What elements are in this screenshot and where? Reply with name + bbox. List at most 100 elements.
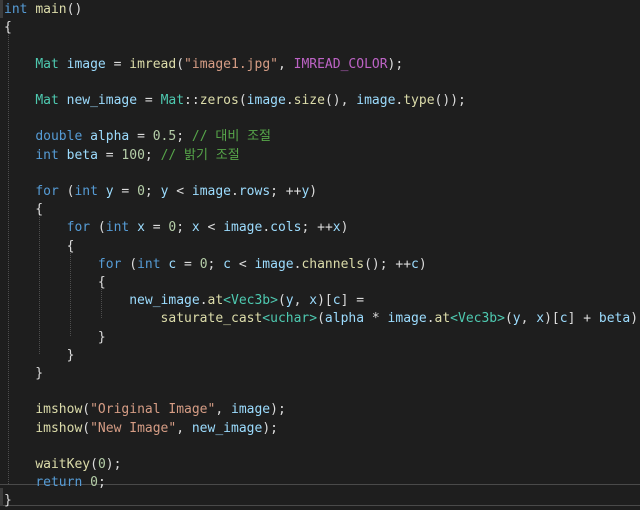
code-line[interactable]: waitKey(0);	[4, 456, 121, 474]
code-token: ;	[144, 147, 161, 163]
code-token: (),	[324, 93, 357, 108]
code-token: y	[512, 311, 521, 327]
code-token: 0.5	[152, 129, 177, 145]
code-token: beta	[66, 147, 98, 163]
code-line[interactable]: }	[4, 347, 75, 365]
code-line[interactable]: }	[4, 492, 12, 510]
code-token: IMREAD_COLOR	[293, 56, 388, 72]
code-token: .	[285, 93, 294, 108]
code-token: 100	[121, 147, 145, 163]
code-token: channels	[301, 256, 365, 272]
code-line[interactable]: int main()	[4, 1, 82, 19]
code-line[interactable]: }	[4, 329, 106, 347]
code-token: }	[4, 493, 12, 509]
code-token: .	[262, 220, 271, 236]
code-line[interactable]: imshow("Original Image", image);	[4, 401, 285, 419]
code-token: {	[4, 275, 106, 290]
code-token: int	[137, 256, 161, 272]
gutter-change-marker	[0, 488, 3, 506]
code-token: zeros	[199, 93, 239, 108]
code-line[interactable]: new_image.at<Vec3b>(y, x)[c] =	[4, 292, 364, 310]
code-line[interactable]: for (int y = 0; y < image.rows; ++y)	[4, 183, 317, 201]
code-token: new_image	[129, 293, 200, 309]
code-line[interactable]: imshow("New Image", new_image);	[4, 420, 278, 438]
code-token: for	[35, 184, 59, 199]
code-token: 0	[137, 184, 145, 199]
code-token: at	[207, 293, 224, 309]
code-token: saturate_cast	[160, 311, 263, 327]
code-line[interactable]: double alpha = 0.5; // 대비 조절	[4, 128, 271, 146]
code-line[interactable]: Mat new_image = Mat::zeros(image.size(),…	[4, 92, 466, 110]
code-token: image	[356, 93, 396, 108]
code-token: =	[105, 56, 130, 72]
code-token: {	[4, 202, 44, 218]
code-token: ] +	[567, 311, 599, 327]
code-token: alpha	[324, 311, 365, 327]
code-token: "image1.jpg"	[184, 56, 278, 72]
code-token: ;	[97, 475, 106, 491]
code-token: y	[285, 293, 294, 309]
code-line[interactable]: {	[4, 274, 106, 292]
code-token: // 대비 조절	[191, 129, 272, 145]
code-line[interactable]: Mat image = imread("image1.jpg", IMREAD_…	[4, 56, 403, 74]
code-line[interactable]: for (int c = 0; c < image.channels(); ++…	[4, 256, 427, 274]
code-editor[interactable]: int main(){ Mat image = imread("image1.j…	[0, 0, 640, 509]
code-token: .	[199, 293, 208, 309]
code-token: int	[4, 2, 28, 17]
code-token: c	[223, 256, 231, 272]
code-token: x	[332, 220, 341, 236]
code-token: (	[504, 311, 513, 327]
code-token: )	[340, 220, 349, 236]
code-line[interactable]: {	[4, 201, 43, 219]
code-token: image	[231, 402, 271, 418]
code-token: "New Image"	[90, 420, 177, 436]
code-line[interactable]: {	[4, 19, 12, 37]
code-token: }	[4, 347, 75, 363]
code-token: );	[387, 56, 404, 72]
code-token: imshow	[35, 420, 83, 436]
code-token: Mat	[160, 93, 185, 108]
code-line[interactable]: return 0;	[4, 474, 106, 492]
code-token: (	[238, 93, 247, 108]
code-token: =	[113, 184, 138, 199]
code-token: );	[630, 311, 640, 327]
code-token: ,	[176, 420, 192, 436]
code-token: x	[191, 220, 200, 236]
code-line[interactable]: for (int x = 0; x < image.cols; ++x)	[4, 219, 349, 237]
code-line[interactable]: {	[4, 238, 75, 256]
code-token: <Vec3b>	[450, 311, 505, 327]
code-token: // 밝기 조절	[160, 147, 240, 163]
code-token: ,	[293, 293, 310, 309]
code-token: x	[309, 293, 318, 309]
code-token: =	[144, 220, 169, 236]
code-token: ;	[144, 184, 161, 199]
code-token: (); ++	[364, 256, 412, 272]
code-token: <uchar>	[262, 311, 318, 327]
code-token: (	[82, 420, 91, 436]
code-token: "Original Image"	[90, 402, 216, 418]
code-token: ,	[277, 56, 294, 72]
code-token: alpha	[90, 129, 130, 145]
code-token: c	[332, 293, 341, 309]
code-token: ()	[66, 2, 83, 17]
code-token: (	[121, 256, 138, 272]
code-line[interactable]: saturate_cast<uchar>(alpha * image.at<Ve…	[4, 310, 640, 328]
code-line[interactable]: int beta = 100; // 밝기 조절	[4, 147, 240, 165]
code-token: )	[309, 184, 318, 199]
code-token: waitKey	[35, 457, 91, 472]
code-token: int	[74, 184, 98, 199]
code-line[interactable]: }	[4, 365, 43, 383]
code-token: *	[364, 311, 388, 327]
gutter-change-marker	[0, 0, 3, 18]
code-token: for	[66, 220, 91, 236]
code-token: (	[277, 293, 286, 309]
code-token: Mat	[35, 93, 59, 108]
code-token: at	[434, 311, 451, 327]
